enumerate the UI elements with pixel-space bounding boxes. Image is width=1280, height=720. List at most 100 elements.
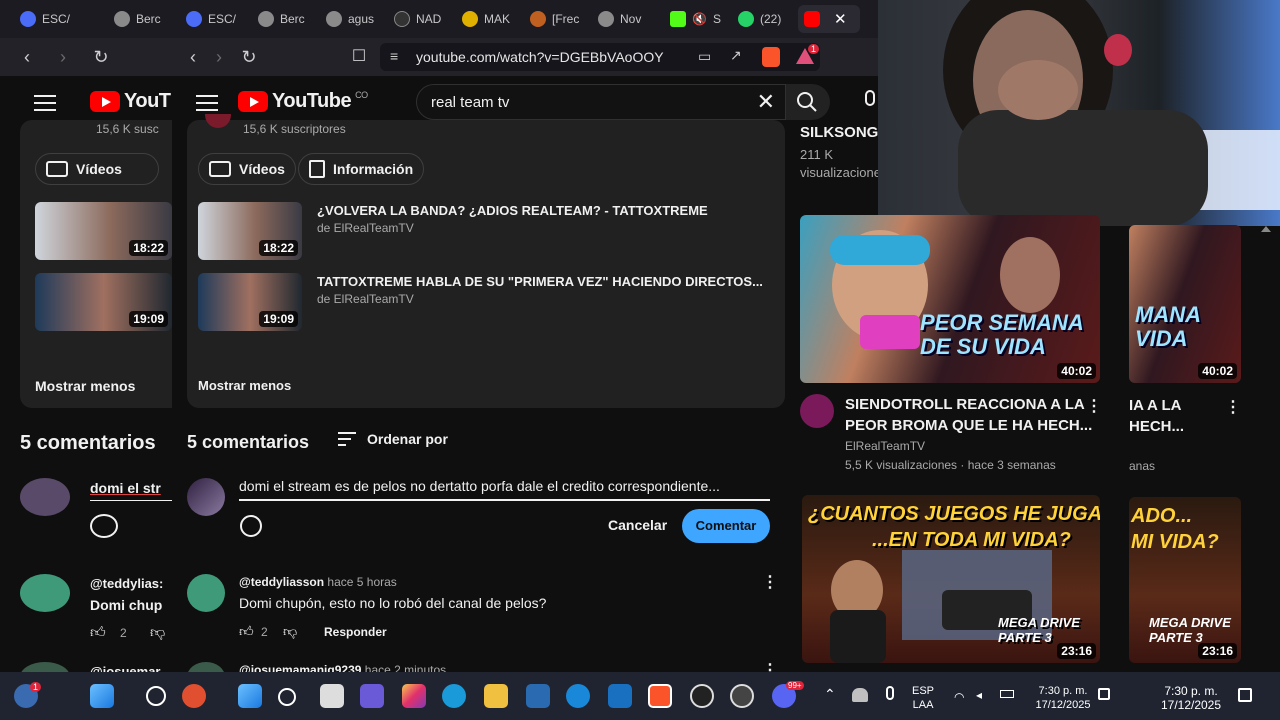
youtube-logo[interactable]: YouTube CO <box>238 90 368 113</box>
video-title[interactable]: ¿VOLVERA LA BANDA? ¿ADIOS REALTEAM? - TA… <box>317 203 708 218</box>
emoji-icon[interactable] <box>90 514 118 538</box>
comment-submit-button[interactable]: Comentar <box>682 509 770 543</box>
comment-author[interactable]: @josuemar <box>90 664 160 672</box>
sort-icon[interactable] <box>338 432 358 448</box>
language-indicator[interactable]: ESP LAA <box>912 684 934 712</box>
video-thumbnail[interactable]: 18:22 <box>35 202 172 260</box>
chip-videos[interactable]: Vídeos <box>35 153 159 185</box>
close-tab-icon[interactable]: ✕ <box>834 10 847 28</box>
search-icon[interactable] <box>146 686 166 706</box>
like-icon[interactable]: 👍︎ <box>90 624 106 642</box>
more-options-icon[interactable]: ⋮ <box>762 572 778 592</box>
browser-tab[interactable]: NAD <box>388 5 454 33</box>
youtube-logo[interactable]: YouT <box>90 90 172 113</box>
browser-tab[interactable]: Berc <box>108 5 176 33</box>
mic-icon[interactable] <box>860 90 878 116</box>
clear-search-icon[interactable]: ✕ <box>757 89 775 115</box>
menu-icon[interactable] <box>34 95 56 111</box>
mic-icon[interactable] <box>886 686 894 700</box>
comment-draft-text[interactable]: domi el str <box>90 480 161 496</box>
start-icon[interactable] <box>238 684 262 708</box>
edge-icon[interactable] <box>442 684 466 708</box>
help-icon[interactable] <box>566 684 590 708</box>
volume-icon[interactable]: ◂ <box>976 688 982 702</box>
network-status-icon[interactable] <box>852 688 868 702</box>
comment-draft-text[interactable]: domi el stream es de pelos no dertatto p… <box>239 478 720 494</box>
notifications-icon[interactable] <box>1238 688 1252 702</box>
media-player-icon[interactable] <box>730 684 754 708</box>
browser-tab[interactable]: Nov <box>592 5 658 33</box>
show-less-button[interactable]: Mostrar menos <box>198 378 291 393</box>
chip-videos[interactable]: Vídeos <box>198 153 296 185</box>
brave-icon[interactable] <box>648 684 672 708</box>
tray-overflow-icon[interactable]: ⌃ <box>824 686 836 703</box>
suggested-video-title[interactable]: PEOR BROMA QUE LE HA HECH... <box>845 415 1092 436</box>
bookmark-icon[interactable]: ☐ <box>348 46 370 68</box>
channel-avatar[interactable] <box>800 394 834 428</box>
comment-author[interactable]: @josuemamanig9239 <box>239 663 361 672</box>
search-icon[interactable] <box>278 688 296 706</box>
search-button[interactable] <box>786 84 830 120</box>
browser-tab-active[interactable]: ✕ <box>798 5 860 33</box>
start-icon[interactable] <box>90 684 114 708</box>
browser-tab[interactable]: (22) <box>732 5 794 33</box>
dislike-icon[interactable]: 👎︎ <box>150 624 165 642</box>
reload-icon[interactable]: ↻ <box>90 46 112 68</box>
browser-tab[interactable]: 🔇 S <box>664 5 726 33</box>
browser-tab[interactable]: agus <box>320 5 386 33</box>
address-bar[interactable]: ≡ youtube.com/watch?v=DGEBbVAoOOY ▭ ↗ <box>380 43 820 71</box>
suggested-video-thumbnail[interactable]: ¿CUANTOS JUEGOS HE JUGADO... ...EN TODA … <box>802 495 1100 663</box>
app-icon[interactable] <box>526 684 550 708</box>
channel-avatar[interactable] <box>205 114 231 128</box>
obs-icon[interactable] <box>690 684 714 708</box>
more-options-icon[interactable]: ⋮ <box>1086 396 1102 416</box>
instagram-icon[interactable] <box>402 684 426 708</box>
browser-tab[interactable]: Berc <box>252 5 320 33</box>
forward-icon[interactable]: › <box>52 46 74 68</box>
comment-author[interactable]: @teddyliasson <box>239 575 324 589</box>
reply-button[interactable]: Responder <box>324 625 387 639</box>
browser-tab[interactable]: ESC/ <box>14 5 90 33</box>
site-settings-icon[interactable]: ≡ <box>390 48 398 64</box>
video-thumbnail[interactable]: 19:09 <box>198 273 302 331</box>
browser-tab[interactable]: [Frec <box>524 5 590 33</box>
sort-button[interactable]: Ordenar por <box>367 431 448 447</box>
back-icon[interactable]: ‹ <box>16 46 38 68</box>
brave-icon[interactable] <box>182 684 206 708</box>
like-icon[interactable]: 👍︎ <box>239 623 254 640</box>
store-icon[interactable] <box>608 684 632 708</box>
search-input[interactable]: real team tv ✕ <box>416 84 786 120</box>
wifi-icon[interactable]: ◠ <box>954 690 964 704</box>
task-view-icon[interactable] <box>320 684 344 708</box>
scrollbar[interactable] <box>1261 226 1271 666</box>
share-icon[interactable]: ↗ <box>730 47 742 64</box>
cancel-button[interactable]: Cancelar <box>608 517 667 533</box>
suggested-video-thumbnail[interactable]: MANA VIDA 40:02 <box>1129 225 1241 383</box>
battery-icon[interactable] <box>1000 690 1014 698</box>
clock[interactable]: 7:30 p. m. 17/12/2025 <box>1028 684 1098 712</box>
more-options-icon[interactable]: ⋮ <box>762 660 778 672</box>
clock[interactable]: 7:30 p. m. 17/12/2025 <box>1150 684 1232 712</box>
menu-icon[interactable] <box>196 95 218 111</box>
suggested-video-channel[interactable]: ElRealTeamTV <box>845 439 925 453</box>
file-explorer-icon[interactable] <box>484 684 508 708</box>
suggested-video-title[interactable]: IA A LA <box>1129 395 1182 416</box>
video-thumbnail[interactable]: 19:09 <box>35 273 172 331</box>
suggested-video-title[interactable]: SILKSONG ... <box>800 122 878 143</box>
dislike-icon[interactable]: 👎︎ <box>283 623 297 640</box>
more-options-icon[interactable]: ⋮ <box>1225 397 1241 417</box>
teams-icon[interactable] <box>360 684 384 708</box>
suggested-video-title[interactable]: SIENDOTROLL REACCIONA A LA <box>845 394 1085 415</box>
forward-icon[interactable]: › <box>208 46 230 68</box>
brave-shield-icon[interactable] <box>762 47 780 67</box>
video-title[interactable]: TATTOXTREME HABLA DE SU "PRIMERA VEZ" HA… <box>317 274 763 289</box>
reload-icon[interactable]: ↻ <box>238 46 260 68</box>
video-thumbnail[interactable]: 18:22 <box>198 202 302 260</box>
emoji-icon[interactable] <box>240 515 262 537</box>
browser-tab[interactable]: MAK <box>456 5 522 33</box>
suggested-video-thumbnail[interactable]: PEOR SEMANA DE SU VIDA 40:02 <box>800 215 1100 383</box>
suggested-video-title[interactable]: HECH... <box>1129 416 1184 437</box>
suggested-video-thumbnail[interactable]: ADO... MI VIDA? MEGA DRIVE PARTE 3 23:16 <box>1129 497 1241 663</box>
show-less-button[interactable]: Mostrar menos <box>35 378 135 394</box>
cast-icon[interactable]: ▭ <box>698 48 711 65</box>
